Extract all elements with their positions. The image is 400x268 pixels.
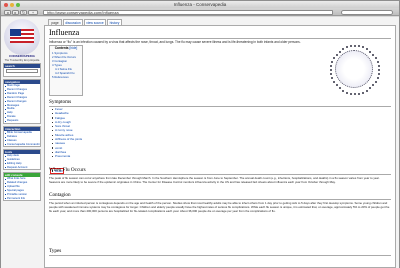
sidebar-interaction-link[interactable]: Conservapedia Commandments [4,143,40,147]
symptoms-heading: Symptoms [49,99,72,105]
reload-button[interactable]: ↻ [20,9,27,15]
virus-spike [358,92,361,95]
virus-spike [358,45,361,48]
contagion-text: The period when an infected person is co… [49,201,390,214]
virus-particle-image [335,50,373,88]
section-divider [49,255,391,256]
virus-spike [331,77,334,80]
edit-console-list: What links here Related changes Upload fil… [4,177,40,200]
title-divider [49,38,391,39]
web-page: CONSERVAPEDIA The Trustworthy Encycloped… [1,17,399,268]
virus-spike [349,92,352,95]
content-area: page discussion view source history Infl… [44,17,396,268]
virus-spike [372,84,375,87]
virus-spike [362,46,365,49]
virus-spike [376,77,379,80]
sidebar-edit-link[interactable]: Permanent link [4,197,40,201]
search-input[interactable] [6,69,38,73]
back-button[interactable]: ◂ [4,9,11,15]
site-logo[interactable] [4,19,40,55]
tools-box: tools Help desk Guidelines Editing Help Req… [3,149,41,170]
navigation-list: Main Page Recent Changes Random Page Recent… [4,84,40,123]
virus-spike [330,69,332,71]
zoom-window-button[interactable] [16,2,20,7]
flag-canton [10,29,21,36]
toc-item[interactable]: 5 References [52,75,82,79]
virus-spike [354,45,356,47]
toc-list: 1 Symptoms 2 When Flu Occurs 3 Contagion 4 … [50,51,82,79]
virus-spike [335,53,338,56]
virus-spike [366,48,368,51]
symptom-link[interactable]: Pneumonia [51,154,82,158]
virus-spike [333,57,336,59]
forward-button[interactable]: ▸ [12,9,19,15]
sidebar-tools-link[interactable]: Request Account [4,166,40,170]
sidebar: CONSERVAPEDIA The Trustworthy Encycloped… [1,17,43,268]
search-box: search [3,63,41,77]
virus-spike [378,69,380,71]
virus-illustration [315,42,393,99]
section-divider [49,174,391,175]
minimize-window-button[interactable] [10,2,14,7]
browser-window: Influenza - Conservapedia ◂ ▸ ↻ + http:/… [0,0,400,268]
section-divider [49,106,391,107]
virus-spike [330,73,333,76]
interaction-list: Bible Conservapedia Debates Classes Conserv… [4,131,40,147]
interaction-box: interaction Bible Conservapedia Debates Cl… [3,126,41,147]
window-titlebar: Influenza - Conservapedia [1,1,399,8]
close-window-button[interactable] [4,2,8,7]
when-flu-occurs-text: The peak of flu season can occur anywher… [49,176,380,185]
logo-text: CONSERVAPEDIA [9,54,35,58]
page-tabs: page discussion view source history [44,17,396,25]
window-title: Influenza - Conservapedia [173,2,227,7]
virus-spike [342,89,344,92]
search-heading: search [4,64,40,68]
virus-spike [376,60,379,63]
browser-toolbar: ◂ ▸ ↻ + http://www.conservapedia.com/Inf… [1,8,399,16]
virus-spike [335,84,338,87]
table-of-contents: Contents [hide] 1 Symptoms 2 When Flu Occ… [49,45,83,96]
virus-spike [372,53,375,56]
tools-list: Help desk Guidelines Editing Help Request A… [4,154,40,170]
virus-spike [374,57,377,59]
section-divider [49,199,391,200]
add-bookmark-button[interactable]: + [28,9,38,15]
browser-search-field[interactable] [341,9,393,15]
address-bar[interactable]: http://www.conservapedia.com/Influenza [43,9,333,15]
virus-spike [342,48,344,51]
logo-subtitle: The Trustworthy Encyclopedia [4,59,40,62]
virus-spike [330,64,333,67]
virus-spike [338,87,341,90]
sidebar-nav-link[interactable]: Requests [4,119,40,123]
types-heading: Types [49,248,62,254]
when-flu-occurs-heading: When Flu Occurs [49,167,86,173]
page-title: Influenza [49,28,80,37]
virus-spike [369,50,372,53]
virus-spike [377,73,380,76]
virus-spike [333,81,336,83]
virus-spike [362,91,365,94]
toc-hide-link[interactable]: [hide] [69,46,77,50]
contagion-heading: Contagion [49,192,71,198]
article: Influenza Influenza or "flu" is an infec… [44,25,396,268]
toc-heading: Contents [54,46,69,50]
virus-spike [345,46,348,49]
virus-spike [374,81,377,83]
virus-spike [345,91,348,94]
edit-console-box: edit console What links here Related chan… [3,172,41,201]
virus-spike [349,45,352,48]
virus-spike [366,89,368,92]
virus-spike [354,93,356,95]
virus-spike [369,87,372,90]
virus-spike [338,50,341,53]
navigation-box: navigation Main Page Recent Changes Random… [3,79,41,124]
virus-spike [377,64,380,67]
virus-spike [331,60,334,63]
